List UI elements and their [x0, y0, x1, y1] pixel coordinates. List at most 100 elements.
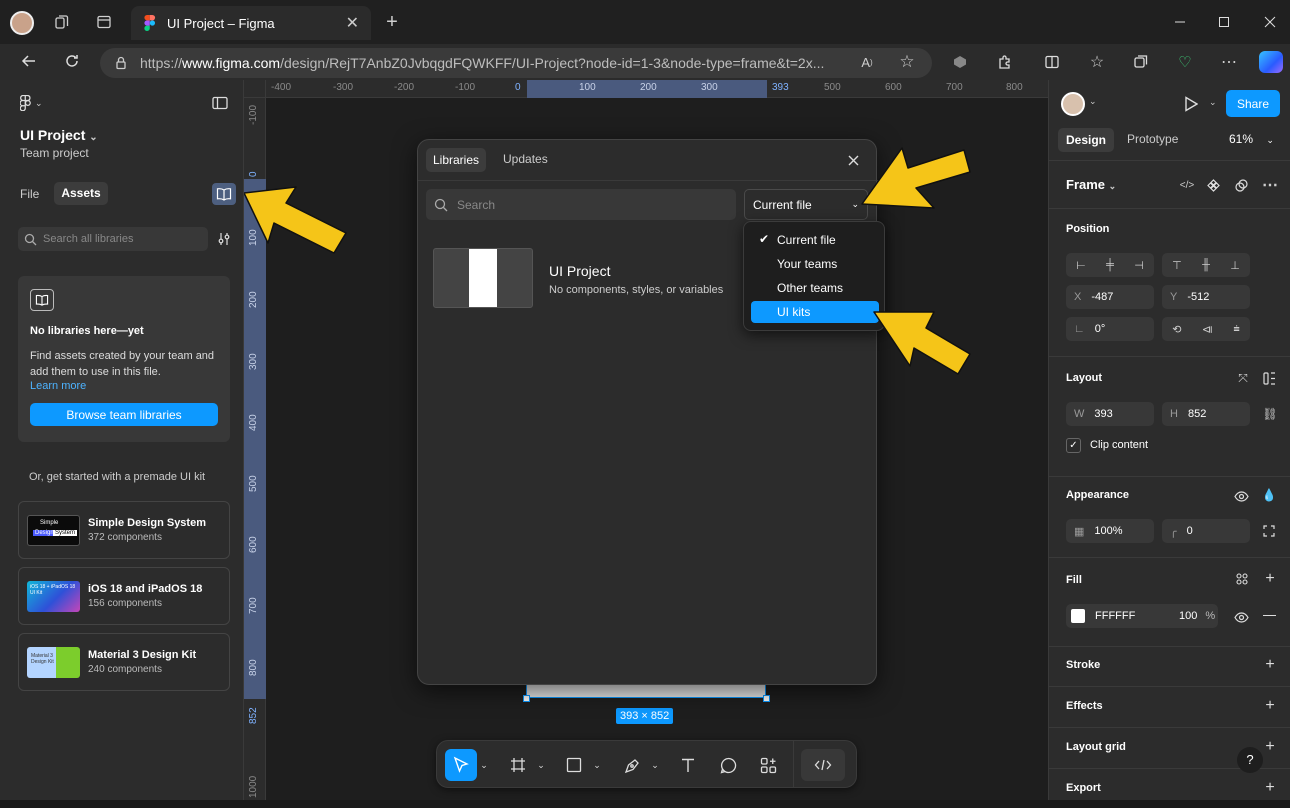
modal-tab-updates[interactable]: Updates	[503, 152, 548, 166]
scope-select[interactable]: Current file ⌄	[744, 189, 868, 220]
layout-grid-toggle-icon[interactable]	[1261, 370, 1277, 386]
toggle-sidebar-icon[interactable]	[211, 95, 229, 111]
minimize-icon[interactable]	[1170, 12, 1190, 32]
mask-icon[interactable]	[1233, 177, 1249, 193]
styles-grid-icon[interactable]	[1235, 572, 1249, 586]
resize-handle[interactable]	[763, 695, 770, 702]
library-book-button[interactable]	[212, 183, 236, 205]
present-play-icon[interactable]	[1181, 94, 1201, 114]
read-aloud-icon[interactable]: A)	[857, 52, 877, 72]
profile-avatar[interactable]	[10, 11, 34, 35]
dev-mode-toggle[interactable]	[801, 749, 845, 781]
vertical-align-group[interactable]: ⊤ ╫ ⊥	[1162, 253, 1250, 277]
align-right-icon[interactable]: ⊣	[1134, 259, 1144, 272]
chevron-down-icon[interactable]: ⌄	[1089, 96, 1097, 107]
pen-tool-button[interactable]	[617, 749, 647, 781]
fill-visibility-eye-icon[interactable]	[1233, 609, 1249, 625]
fill-color-field[interactable]: FFFFFF 100 %	[1066, 604, 1218, 628]
frame-tool-chevron-icon[interactable]: ⌄	[536, 749, 546, 781]
add-effect-icon[interactable]: +	[1263, 698, 1277, 714]
new-tab-icon[interactable]: +	[382, 11, 402, 33]
tab-design[interactable]: Design	[1058, 128, 1115, 152]
extensions-puzzle-icon[interactable]	[995, 52, 1015, 72]
figma-menu-button[interactable]: ⌄	[20, 95, 50, 111]
copilot-icon[interactable]	[1259, 51, 1283, 73]
browser-tab-figma[interactable]: UI Project – Figma ✕	[131, 6, 371, 40]
horizontal-align-group[interactable]: ⊢ ╪ ⊣	[1066, 253, 1154, 277]
text-tool-button[interactable]	[673, 749, 703, 781]
comment-tool-button[interactable]	[713, 749, 743, 781]
shape-tool-chevron-icon[interactable]: ⌄	[592, 749, 602, 781]
dropdown-option-your-teams[interactable]: Your teams	[751, 253, 879, 275]
more-options-icon[interactable]: ⋯	[1261, 177, 1279, 194]
component-icon[interactable]	[1205, 177, 1221, 193]
add-export-icon[interactable]: +	[1263, 780, 1277, 796]
url-field[interactable]: https://www.figma.com/design/RejT7AnbZ0J…	[100, 48, 932, 78]
opacity-field[interactable]: ▦ 100%	[1066, 519, 1154, 543]
move-tool-chevron-icon[interactable]: ⌄	[479, 749, 489, 781]
shape-tool-button[interactable]	[559, 749, 589, 781]
kit-simple-design-system[interactable]: Simple Design System Simple Design Syste…	[18, 501, 230, 559]
present-chevron-icon[interactable]: ⌄	[1209, 97, 1217, 108]
tab-close-icon[interactable]: ✕	[346, 13, 359, 33]
help-button[interactable]: ?	[1237, 747, 1263, 773]
transform-group[interactable]: ⟲ ⧏ ⩧	[1162, 317, 1250, 341]
browse-team-libraries-button[interactable]: Browse team libraries	[30, 403, 218, 426]
modal-search-input[interactable]: Search	[426, 189, 736, 220]
project-name[interactable]: UI Project ⌄	[20, 127, 98, 143]
resize-handle[interactable]	[523, 695, 530, 702]
visibility-eye-icon[interactable]	[1233, 488, 1249, 504]
width-field[interactable]: W 393	[1066, 402, 1154, 426]
tab-actions-icon[interactable]	[94, 12, 114, 32]
filter-settings-icon[interactable]	[216, 231, 232, 247]
modal-close-icon[interactable]	[845, 152, 861, 168]
dropdown-option-ui-kits[interactable]: UI kits	[751, 301, 879, 323]
window-close-icon[interactable]	[1260, 12, 1280, 32]
add-fill-icon[interactable]: +	[1263, 571, 1277, 587]
corner-radius-field[interactable]: ╭ 0	[1162, 519, 1250, 543]
code-icon[interactable]: </>	[1179, 177, 1195, 193]
reload-icon[interactable]	[61, 50, 83, 72]
extension-icon-1[interactable]	[950, 52, 970, 72]
align-bottom-icon[interactable]: ⊥	[1230, 259, 1240, 272]
resources-tool-button[interactable]	[753, 749, 783, 781]
tab-assets[interactable]: Assets	[54, 182, 108, 205]
rotation-field[interactable]: ∟ 0°	[1066, 317, 1154, 341]
auto-layout-icon[interactable]: ⤧	[1235, 370, 1251, 386]
move-tool-button[interactable]	[445, 749, 477, 781]
maximize-icon[interactable]	[1214, 12, 1234, 32]
learn-more-link[interactable]: Learn more	[30, 380, 86, 392]
dropdown-option-other-teams[interactable]: Other teams	[751, 277, 879, 299]
kit-ios-18[interactable]: iOS 18 + iPadOS 18 UI Kit iOS 18 and iPa…	[18, 567, 230, 625]
user-avatar[interactable]	[1061, 92, 1085, 116]
independent-corners-icon[interactable]	[1262, 523, 1276, 539]
browser-essentials-icon[interactable]: ♡	[1175, 52, 1195, 72]
pen-tool-chevron-icon[interactable]: ⌄	[650, 749, 660, 781]
align-top-icon[interactable]: ⊤	[1172, 259, 1182, 272]
zoom-level[interactable]: 61% ⌄	[1229, 132, 1274, 146]
rotate-icon[interactable]: ⟲	[1172, 323, 1181, 336]
add-layout-grid-icon[interactable]: +	[1263, 739, 1277, 755]
x-position-field[interactable]: X -487	[1066, 285, 1154, 309]
library-search-input[interactable]: Search all libraries	[18, 227, 208, 251]
y-position-field[interactable]: Y -512	[1162, 285, 1250, 309]
frame-tool-button[interactable]	[503, 749, 533, 781]
remove-fill-icon[interactable]	[1263, 615, 1276, 616]
favorite-star-icon[interactable]: ☆	[897, 52, 917, 72]
height-field[interactable]: H 852	[1162, 402, 1250, 426]
back-icon[interactable]	[18, 50, 40, 72]
split-screen-icon[interactable]	[1042, 52, 1062, 72]
library-name[interactable]: UI Project	[549, 263, 610, 279]
more-menu-icon[interactable]: ⋯	[1219, 52, 1239, 72]
frame-type-select[interactable]: Frame ⌄	[1066, 177, 1116, 192]
modal-tab-libraries[interactable]: Libraries	[426, 148, 487, 172]
collections-icon[interactable]	[1131, 52, 1151, 72]
tab-file[interactable]: File	[20, 187, 39, 201]
constrain-proportions-icon[interactable]: ⛓	[1262, 406, 1277, 422]
flip-vertical-icon[interactable]: ⩧	[1233, 323, 1239, 336]
tab-prototype[interactable]: Prototype	[1127, 132, 1178, 146]
favorites-icon[interactable]: ☆	[1087, 52, 1107, 72]
kit-material-3[interactable]: Material 3 Design Kit Material 3 Design …	[18, 633, 230, 691]
align-middle-icon[interactable]: ╫	[1202, 259, 1210, 271]
add-stroke-icon[interactable]: +	[1263, 657, 1277, 673]
